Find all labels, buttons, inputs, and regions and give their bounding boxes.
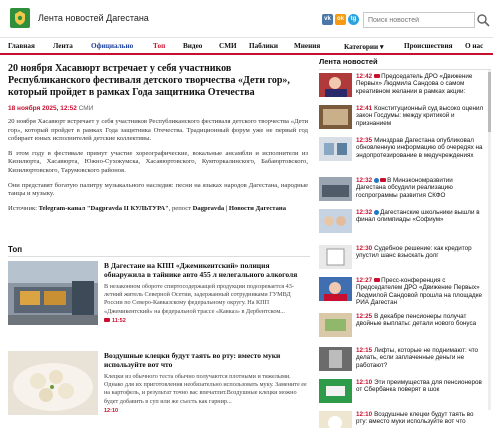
card-text: В незаконном обороте спиртосодержащей пр… [104,283,294,315]
feed-thumb [319,105,352,129]
feed-thumb [319,73,352,97]
feed-item-text: 12:10 Воздушные клецки будут таять во рту… [356,411,474,426]
camera-icon [104,318,110,323]
feed-thumb [319,137,352,161]
article-meta: 18 ноября 2025, 12:52 СМИ [8,105,308,112]
site-title[interactable]: Лента новостей Дагестана [38,13,149,23]
card-body: Воздушные клецки будут таять во рту: вме… [104,351,310,414]
feed-item-text: 12:42 Председатель ДРО «Движение Первых» … [356,73,473,95]
feed-item[interactable]: 12:32 Дагестанские школьники вышли в фина… [319,209,485,237]
feed-item-text: 12:32 В Минэкономразвитии Дагестана обсуд… [356,177,453,199]
card-title[interactable]: В Дагестане на КПП «Джемикентский» полиц… [104,261,310,279]
feed-thumb [319,379,352,403]
main-nav: Главная Лента Официально Топ Видео СМИ П… [0,38,493,55]
feed-item-text: 12:32 Дагестанские школьники вышли в фина… [356,209,480,224]
article-source[interactable]: СМИ [79,105,94,112]
divider [8,256,310,257]
camera-icon [374,278,381,283]
nav-item-publics[interactable]: Паблики [249,42,278,50]
nav-item-top[interactable]: Топ [153,42,165,50]
ok-icon[interactable]: ok [335,14,346,25]
card-time: 11:52 [104,318,310,324]
nav-item-official[interactable]: Официально [91,42,133,50]
news-feed-sidebar: Лента новостей 12:42 Председатель ДРО «Дв… [319,57,491,428]
card-title[interactable]: Воздушные клецки будут таять во рту: вме… [104,351,310,369]
feed-item[interactable]: 12:25 В декабре пенсионеры получат двойны… [319,313,485,341]
feed-item[interactable]: 12:35 Минздрав Дагестана опубликовал обно… [319,137,485,165]
card-time: 12:10 [104,407,119,414]
camera-icon [374,74,381,79]
sidebar-title: Лента новостей [319,57,491,70]
dumplings-photo[interactable] [8,351,98,415]
feed-item[interactable]: 12:27 Пресс-конференция с Председателем Д… [319,277,485,306]
nav-item-incidents[interactable]: Происшествия [404,42,453,50]
top-section-title: Топ [8,245,23,254]
feed-thumb [319,411,352,428]
feed-item[interactable]: 12:15 Лифты, которые не поднимают: что де… [319,347,485,375]
feed-thumb [319,347,352,371]
article-source-line: Источник: Telegram-канал "Dagpravda II К… [8,205,308,214]
feed-item[interactable]: 12:10 Эти преимущества для пенсионеров от… [319,379,485,407]
feed-item-text: 12:41 Конституционный суд высоко оценил з… [356,105,484,127]
nav-item-media[interactable]: СМИ [219,42,237,50]
nav-item-about[interactable]: О нас [465,42,483,50]
source-prefix: Источник: [8,204,39,212]
feed-thumb [319,177,352,201]
feed-thumb [319,209,352,233]
top-card[interactable]: В Дагестане на КПП «Джемикентский» полиц… [8,261,310,343]
feed-thumb [319,277,352,301]
nav-item-video[interactable]: Видео [183,42,202,50]
article-paragraph: 20 ноября Хасавюрт встречает у себя учас… [8,118,308,143]
article-date: 18 ноября 2025, 12:52 [8,105,77,112]
feed-item-text: 12:27 Пресс-конференция с Председателем Д… [356,277,483,306]
source-repost-link[interactable]: Dagpravda | Новости Дагестана [193,205,286,212]
top-card[interactable]: Воздушные клецки будут таять во рту: вме… [8,351,310,428]
car-photo[interactable] [8,261,98,325]
article-title[interactable]: 20 ноября Хасавюрт встречает у себя учас… [8,63,308,99]
camera-icon [380,178,387,183]
feed-thumb [319,245,352,269]
main-article: 20 ноября Хасавюрт встречает у себя учас… [8,63,308,213]
feed-item-text: 12:35 Минздрав Дагестана опубликовал обно… [356,137,483,159]
feed-thumb [319,313,352,337]
card-body: В Дагестане на КПП «Джемикентский» полиц… [104,261,310,324]
site-header: Лента новостей Дагестана vk ok tg [0,0,493,38]
article-paragraph: Они представят богатую палитру музыкальн… [8,181,308,198]
sidebar-scroll-thumb[interactable] [488,72,491,132]
nav-item-feed[interactable]: Лента [53,42,73,50]
feed-item-text: 12:30 Судебное решение: как кредитор упус… [356,245,472,260]
nav-item-opinions[interactable]: Мнения [294,42,320,50]
article-paragraph: В этом году в фестивале примут участие х… [8,149,308,174]
search-input[interactable] [363,12,475,28]
feed-item[interactable]: 12:41 Конституционный суд высоко оценил з… [319,105,485,133]
official-icon [374,209,380,215]
search-icon[interactable] [475,12,491,28]
official-icon [374,177,380,183]
nav-item-categories[interactable]: Категории ▾ [344,42,384,51]
nav-item-home[interactable]: Главная [8,42,35,50]
feed-item-text: 12:25 В декабре пенсионеры получат двойны… [356,313,477,328]
feed-item[interactable]: 12:42 Председатель ДРО «Движение Первых» … [319,73,485,101]
vk-icon[interactable]: vk [322,14,333,25]
feed-item[interactable]: 12:10 Воздушные клецки будут таять во рту… [319,411,485,428]
dagestan-logo-icon[interactable] [10,8,30,28]
card-text: Клецки из обычного теста обычно получают… [104,373,307,405]
source-mid: , репост [168,204,193,212]
source-channel-link[interactable]: Telegram-канал "Dagpravda II КУЛЬТУРА" [39,205,169,212]
feed-item-text: 12:10 Эти преимущества для пенсионеров от… [356,379,482,394]
telegram-icon[interactable]: tg [348,14,359,25]
feed-item[interactable]: 12:32 В Минэкономразвитии Дагестана обсуд… [319,177,485,205]
feed-item-text: 12:15 Лифты, которые не поднимают: что де… [356,347,479,369]
feed-item[interactable]: 12:30 Судебное решение: как кредитор упус… [319,245,485,273]
